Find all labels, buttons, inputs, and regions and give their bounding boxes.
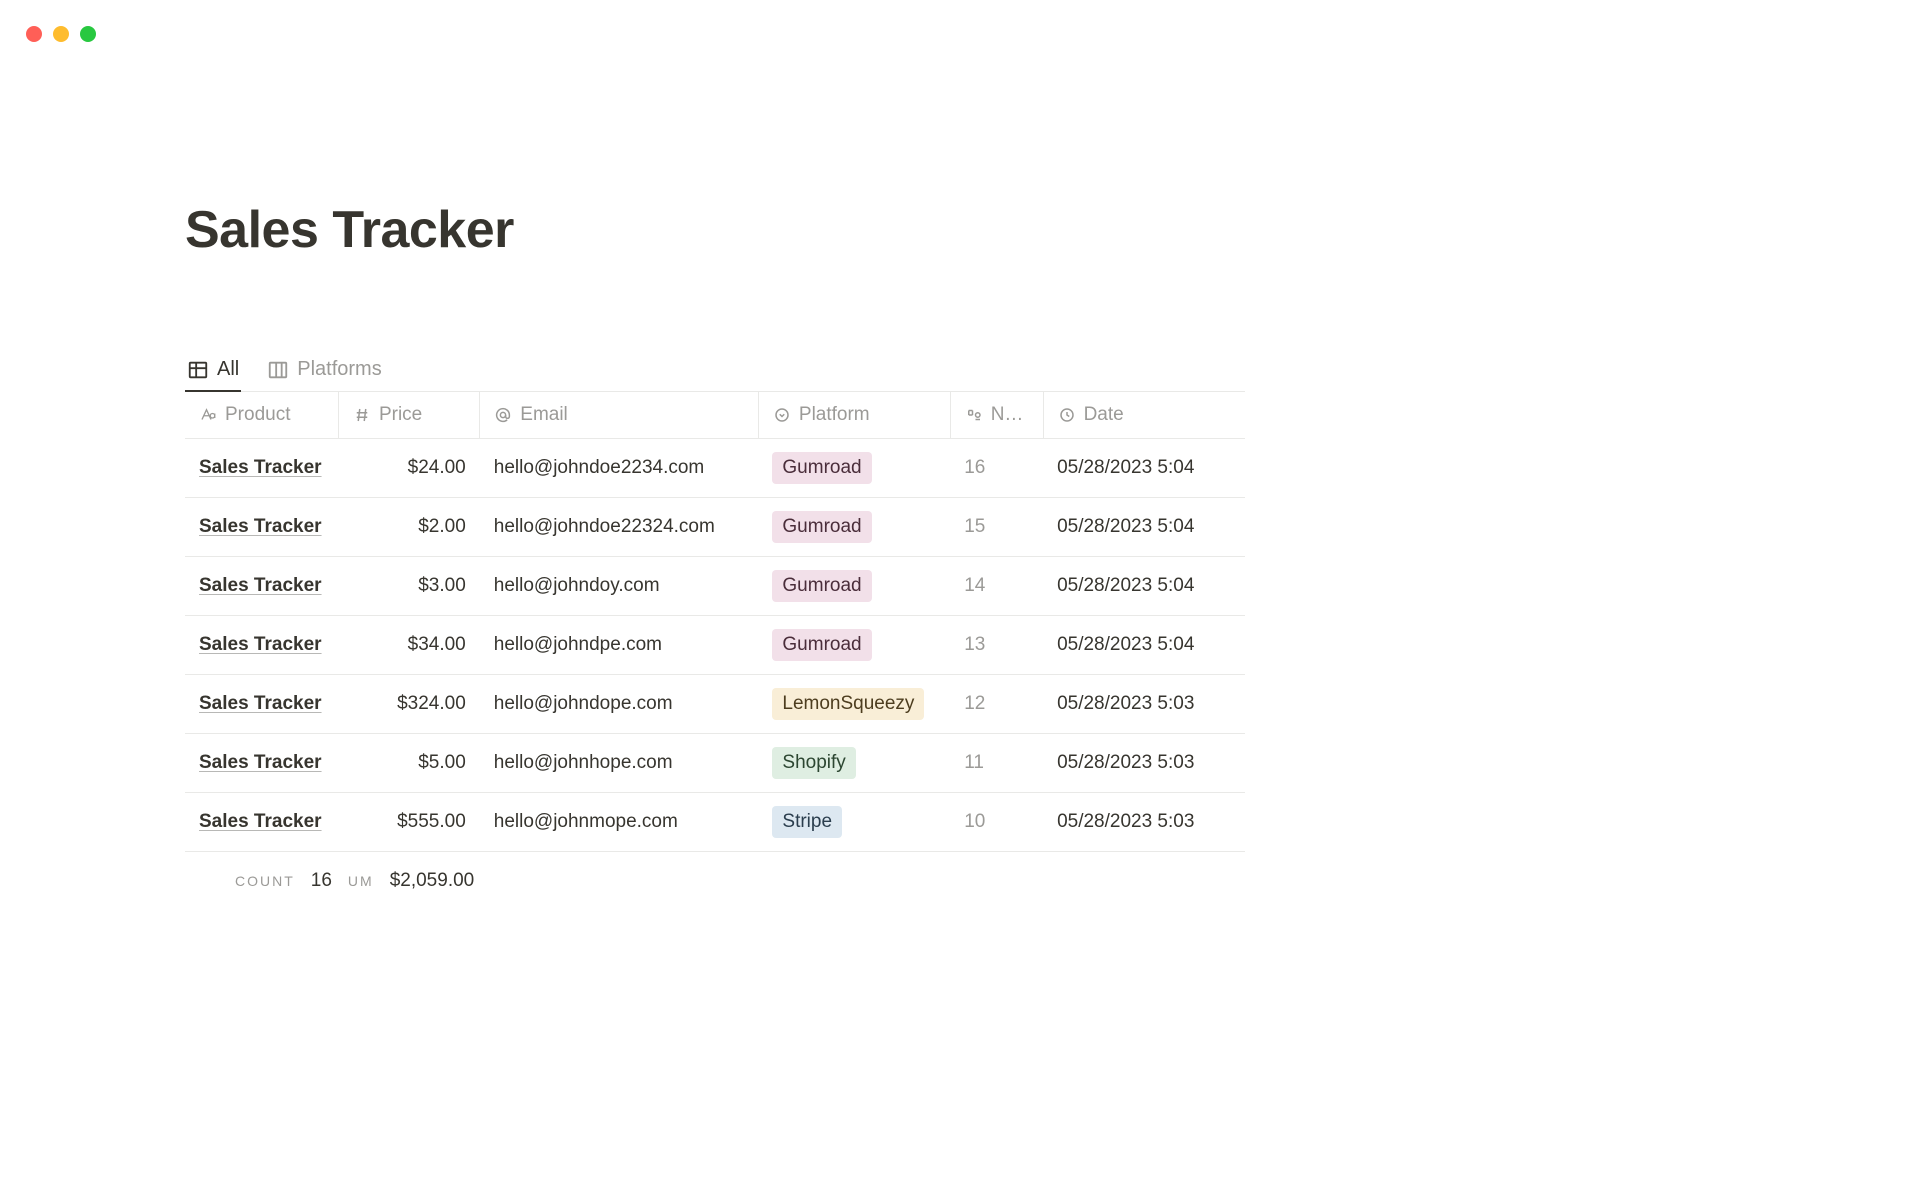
cell-date[interactable]: 05/28/2023 5:03 [1043, 675, 1245, 734]
column-header-platform[interactable]: Platform [758, 392, 950, 439]
cell-email[interactable]: hello@johndoe22324.com [480, 498, 759, 557]
window-controls [26, 26, 96, 42]
column-header-email[interactable]: Email [480, 392, 759, 439]
cell-product[interactable]: Sales Tracker [199, 575, 322, 596]
platform-tag[interactable]: Shopify [772, 747, 855, 779]
title-icon [199, 406, 217, 424]
table-row[interactable]: Sales Tracker $3.00hello@johndoy.com Gumro… [185, 557, 1245, 616]
cell-num[interactable]: 12 [950, 675, 1043, 734]
column-header-num[interactable]: N… [950, 392, 1043, 439]
table-row[interactable]: Sales Tracker $555.00hello@johnmope.com St… [185, 793, 1245, 852]
cell-price[interactable]: $5.00 [338, 734, 479, 793]
sum-label: UM [348, 873, 374, 889]
platform-tag[interactable]: Gumroad [772, 629, 871, 661]
column-header-date[interactable]: Date [1043, 392, 1245, 439]
at-icon [494, 406, 512, 424]
table-row[interactable]: Sales Tracker $5.00hello@johnhope.com Shop… [185, 734, 1245, 793]
cell-product[interactable]: Sales Tracker [199, 457, 322, 478]
cell-price[interactable]: $324.00 [338, 675, 479, 734]
table-header-row: Product Price Email [185, 392, 1245, 439]
cell-email[interactable]: hello@johndope.com [480, 675, 759, 734]
cell-date[interactable]: 05/28/2023 5:03 [1043, 793, 1245, 852]
cell-date[interactable]: 05/28/2023 5:04 [1043, 498, 1245, 557]
cell-email[interactable]: hello@johnhope.com [480, 734, 759, 793]
cell-price[interactable]: $3.00 [338, 557, 479, 616]
tab-all[interactable]: All [185, 350, 241, 391]
tab-label: All [217, 358, 239, 381]
id-icon [965, 406, 983, 424]
cell-date[interactable]: 05/28/2023 5:03 [1043, 734, 1245, 793]
column-header-product[interactable]: Product [185, 392, 338, 439]
cell-date[interactable]: 05/28/2023 5:04 [1043, 616, 1245, 675]
table-row[interactable]: Sales Tracker $24.00hello@johndoe2234.com… [185, 439, 1245, 498]
cell-num[interactable]: 15 [950, 498, 1043, 557]
maximize-icon[interactable] [80, 26, 96, 42]
cell-email[interactable]: hello@johndoy.com [480, 557, 759, 616]
cell-email[interactable]: hello@johndpe.com [480, 616, 759, 675]
platform-tag[interactable]: Gumroad [772, 511, 871, 543]
table-icon [187, 359, 209, 381]
number-icon [353, 406, 371, 424]
minimize-icon[interactable] [53, 26, 69, 42]
table-row[interactable]: Sales Tracker $324.00hello@johndope.com Le… [185, 675, 1245, 734]
cell-num[interactable]: 11 [950, 734, 1043, 793]
platform-tag[interactable]: Stripe [772, 806, 842, 838]
cell-product[interactable]: Sales Tracker [199, 693, 322, 714]
tab-label: Platforms [297, 358, 381, 381]
cell-num[interactable]: 10 [950, 793, 1043, 852]
cell-product[interactable]: Sales Tracker [199, 752, 322, 773]
page-content: Sales Tracker All Platforms Product [185, 200, 1245, 892]
cell-num[interactable]: 16 [950, 439, 1043, 498]
cell-num[interactable]: 13 [950, 616, 1043, 675]
cell-email[interactable]: hello@johnmope.com [480, 793, 759, 852]
close-icon[interactable] [26, 26, 42, 42]
sales-table: Product Price Email [185, 392, 1245, 852]
platform-tag[interactable]: LemonSqueezy [772, 688, 924, 720]
cell-product[interactable]: Sales Tracker [199, 811, 322, 832]
cell-product[interactable]: Sales Tracker [199, 634, 322, 655]
table-footer: COUNT 16 UM $2,059.00 [185, 852, 1245, 892]
platform-tag[interactable]: Gumroad [772, 570, 871, 602]
cell-price[interactable]: $555.00 [338, 793, 479, 852]
sum-value: $2,059.00 [390, 870, 475, 892]
cell-product[interactable]: Sales Tracker [199, 516, 322, 537]
cell-email[interactable]: hello@johndoe2234.com [480, 439, 759, 498]
cell-price[interactable]: $34.00 [338, 616, 479, 675]
cell-price[interactable]: $2.00 [338, 498, 479, 557]
cell-date[interactable]: 05/28/2023 5:04 [1043, 557, 1245, 616]
board-icon [267, 359, 289, 381]
count-label: COUNT [235, 873, 295, 889]
platform-tag[interactable]: Gumroad [772, 452, 871, 484]
tab-platforms[interactable]: Platforms [265, 350, 383, 391]
table-row[interactable]: Sales Tracker $2.00hello@johndoe22324.com… [185, 498, 1245, 557]
cell-date[interactable]: 05/28/2023 5:04 [1043, 439, 1245, 498]
view-tabs: All Platforms [185, 350, 1245, 392]
cell-num[interactable]: 14 [950, 557, 1043, 616]
select-icon [773, 406, 791, 424]
count-value: 16 [311, 870, 332, 892]
clock-icon [1058, 406, 1076, 424]
table-row[interactable]: Sales Tracker $34.00hello@johndpe.com Gumr… [185, 616, 1245, 675]
cell-price[interactable]: $24.00 [338, 439, 479, 498]
column-header-price[interactable]: Price [338, 392, 479, 439]
page-title: Sales Tracker [185, 200, 1245, 260]
